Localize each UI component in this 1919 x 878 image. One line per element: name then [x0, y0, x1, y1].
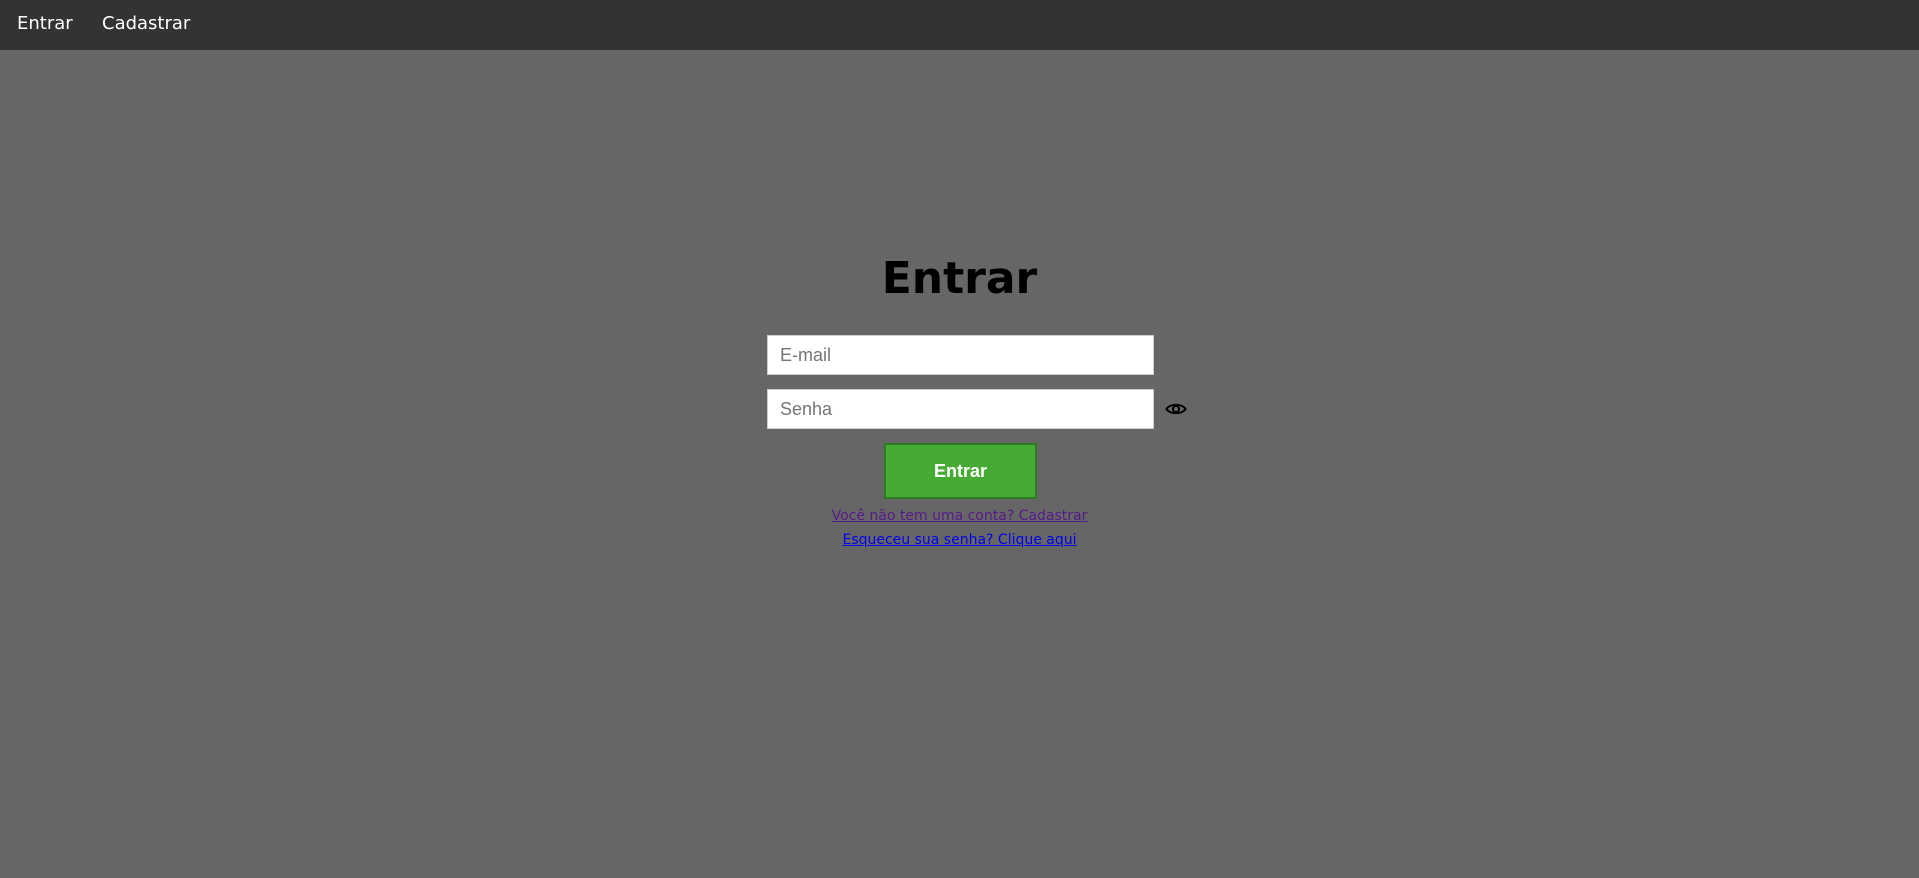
- page-title: Entrar: [881, 253, 1038, 304]
- nav-link-cadastrar[interactable]: Cadastrar: [102, 0, 190, 50]
- forgot-password-link[interactable]: Esqueceu sua senha? Clique aqui: [842, 532, 1076, 548]
- register-link-row: Você não tem uma conta? Cadastrar: [0, 507, 1919, 525]
- login-container: Entrar Entrar Você não tem uma conta? Ca…: [0, 50, 1919, 878]
- password-input[interactable]: [767, 389, 1154, 429]
- login-submit-button[interactable]: Entrar: [884, 443, 1037, 499]
- top-navbar: Entrar Cadastrar: [0, 0, 1919, 50]
- register-link[interactable]: Você não tem uma conta? Cadastrar: [832, 508, 1088, 524]
- email-input[interactable]: [767, 335, 1154, 375]
- nav-link-entrar[interactable]: Entrar: [17, 0, 73, 50]
- eye-icon[interactable]: [1165, 399, 1187, 419]
- forgot-password-link-row: Esqueceu sua senha? Clique aqui: [0, 531, 1919, 549]
